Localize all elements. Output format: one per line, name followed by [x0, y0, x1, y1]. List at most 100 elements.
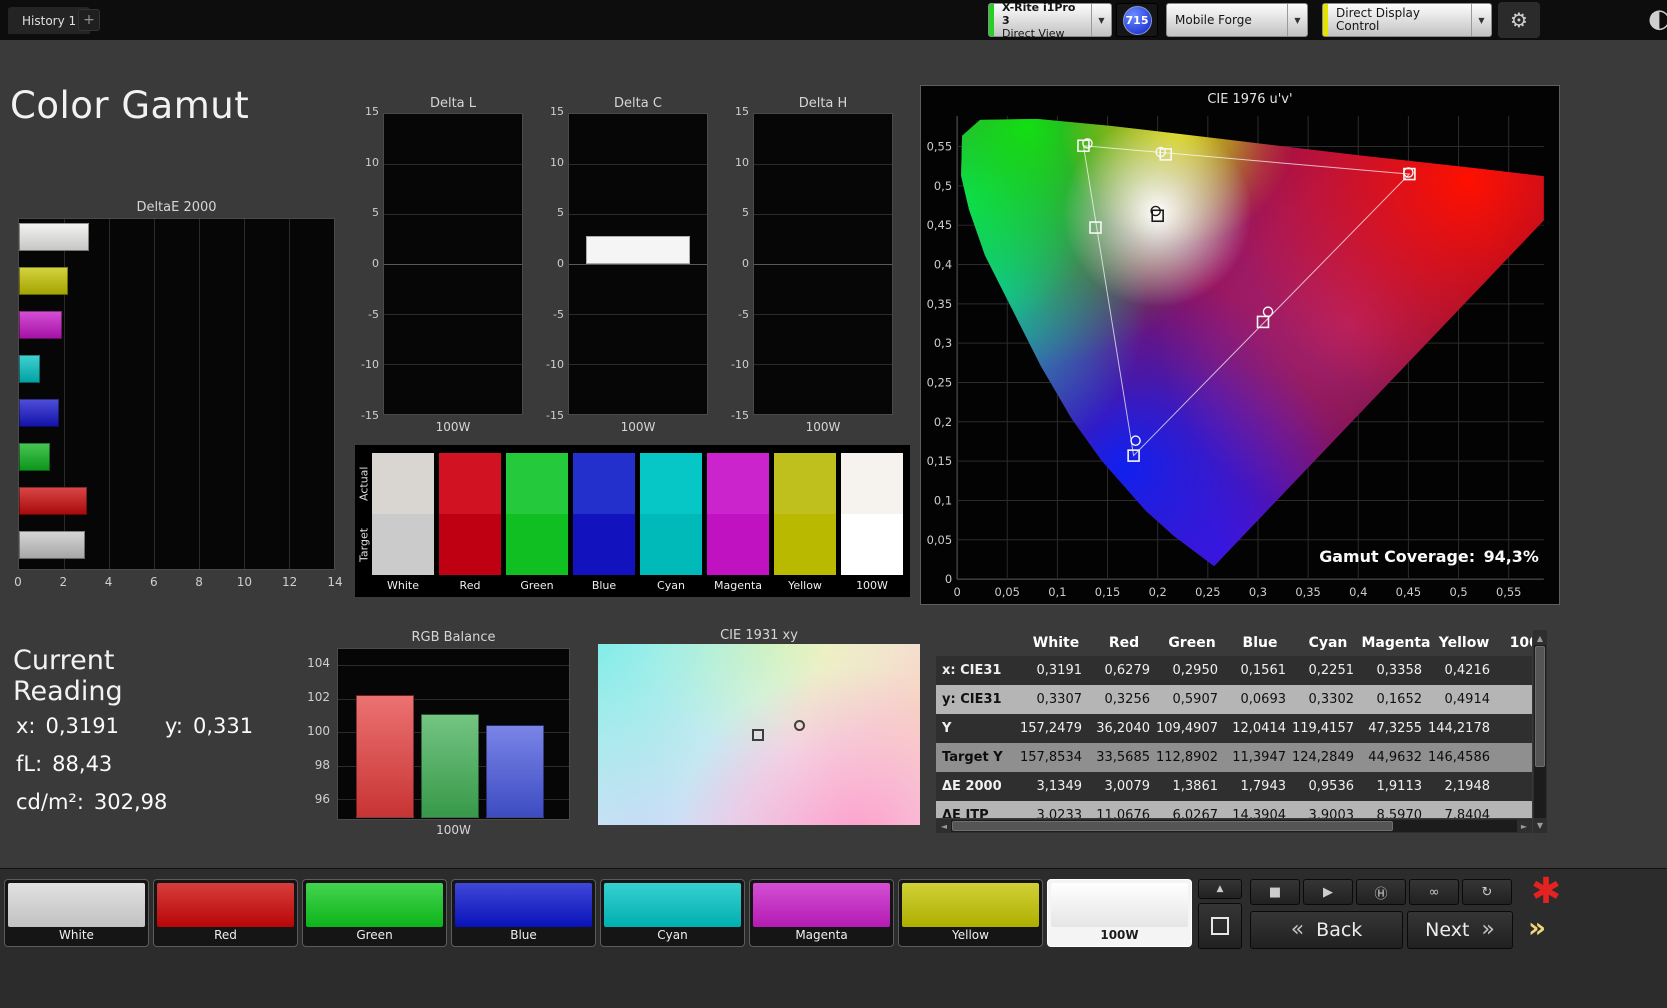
next-button[interactable]: Next »: [1407, 911, 1513, 949]
back-button[interactable]: « Back: [1250, 911, 1403, 949]
source-dropdown[interactable]: Mobile Forge ▼: [1166, 3, 1308, 37]
session-indicator-icon[interactable]: ✱: [1524, 871, 1568, 911]
settings-button[interactable]: ⚙: [1498, 2, 1540, 38]
swatch-label: White: [372, 575, 434, 595]
svg-text:0,4: 0,4: [934, 257, 952, 271]
swatch-column-cyan: Cyan: [640, 453, 702, 595]
pattern-window-button[interactable]: [1198, 903, 1242, 949]
pattern-swatch: [1051, 883, 1188, 927]
svg-text:0,05: 0,05: [995, 585, 1020, 599]
chart-title: Delta H: [753, 96, 893, 111]
target-row-label: Target: [357, 514, 371, 575]
add-tab-button[interactable]: +: [78, 9, 100, 31]
rgb-bar-red: [356, 695, 414, 818]
pattern-swatch: [157, 883, 294, 927]
cd-reading: cd/m²: 302,98: [16, 790, 167, 814]
actual-swatch: [573, 453, 635, 514]
svg-text:0,15: 0,15: [1095, 585, 1120, 599]
y-axis-labels: 151050-5-10-15: [355, 106, 379, 422]
pattern-button-100w[interactable]: 100W: [1047, 879, 1192, 947]
half-circle-icon[interactable]: ◐: [1648, 4, 1667, 34]
fast-forward-icon[interactable]: »: [1528, 911, 1546, 944]
deltae-bar-white: [19, 223, 89, 251]
pattern-button-cyan[interactable]: Cyan: [600, 879, 745, 947]
bottom-bar: WhiteRedGreenBlueCyan Magenta Yellow100W ▲…: [0, 868, 1667, 1008]
pattern-button-green[interactable]: Green: [302, 879, 447, 947]
pattern-button-blue[interactable]: Blue: [451, 879, 596, 947]
play-button[interactable]: ▶: [1303, 879, 1353, 905]
fl-reading: fL: 88,43: [16, 752, 112, 776]
delta-l-chart: Delta L 151050-5-10-15 100W: [355, 96, 525, 441]
target-swatch: [640, 514, 702, 575]
hscroll-track[interactable]: [951, 820, 1517, 832]
pattern-swatch: [8, 883, 145, 927]
scroll-left-button[interactable]: ◄: [937, 820, 951, 832]
svg-text:0,35: 0,35: [1295, 585, 1320, 599]
delta-h-chart: Delta H 151050-5-10-15 100W: [725, 96, 895, 441]
table-vscrollbar[interactable]: ▲ ▼: [1533, 630, 1547, 833]
target-swatch: [573, 514, 635, 575]
page-title: Color Gamut: [10, 84, 249, 127]
pattern-h-button[interactable]: Ⓗ: [1356, 879, 1406, 905]
pattern-button-red[interactable]: Red: [153, 879, 298, 947]
pattern-button-magenta[interactable]: Magenta: [749, 879, 894, 947]
continuous-button[interactable]: ∞: [1409, 879, 1459, 905]
svg-text:0,5: 0,5: [934, 179, 952, 193]
pattern-button-yellow[interactable]: Yellow: [898, 879, 1043, 947]
svg-text:0,2: 0,2: [1149, 585, 1167, 599]
deltae-bar-green: [19, 443, 50, 471]
swatch-column-white: White: [372, 453, 434, 595]
scroll-right-button[interactable]: ►: [1517, 820, 1531, 832]
swatch-column-100w: 100W: [841, 453, 903, 595]
transport-buttons: ■▶Ⓗ∞↻: [1250, 879, 1512, 905]
pattern-label: Magenta: [753, 927, 890, 943]
x-label: x:: [16, 714, 36, 738]
delta-bar: [586, 236, 691, 264]
actual-swatch: [640, 453, 702, 514]
x-axis-label: 100W: [383, 420, 523, 434]
target-swatch: [506, 514, 568, 575]
chart-title: Delta C: [568, 96, 708, 111]
chevron-down-icon[interactable]: ▼: [1287, 4, 1307, 36]
cie1976-title: CIE 1976 u'v': [1207, 92, 1292, 107]
svg-text:0,25: 0,25: [927, 375, 952, 389]
cd-label: cd/m²:: [16, 790, 84, 814]
svg-text:0,45: 0,45: [1396, 585, 1421, 599]
target-swatch: [841, 514, 903, 575]
display-control-dropdown[interactable]: Direct Display Control ▼: [1322, 3, 1492, 37]
scroll-up-button[interactable]: ▲: [1534, 631, 1546, 645]
chart-plot: [753, 113, 893, 415]
rgb-x-label: 100W: [337, 823, 570, 837]
deltae-bar-blue: [19, 399, 59, 427]
chevron-down-icon[interactable]: ▼: [1471, 4, 1491, 36]
rgb-bar-blue: [486, 725, 544, 818]
svg-text:0,5: 0,5: [1449, 585, 1467, 599]
table-row: ΔE 20003,13493,00791,38611,79430,95361,9…: [936, 772, 1532, 801]
vscroll-track[interactable]: [1534, 645, 1546, 818]
collapse-button[interactable]: ▲: [1198, 879, 1242, 899]
target-swatch: [707, 514, 769, 575]
gear-icon: ⚙: [1510, 8, 1528, 32]
stop-button[interactable]: ■: [1250, 879, 1300, 905]
chevron-down-icon[interactable]: ▼: [1091, 4, 1111, 36]
refresh-button[interactable]: ↻: [1462, 879, 1512, 905]
hscroll-thumb[interactable]: [952, 821, 1393, 831]
scroll-down-button[interactable]: ▼: [1534, 818, 1546, 832]
meter-badge-button[interactable]: 715: [1116, 3, 1158, 37]
vscroll-thumb[interactable]: [1535, 646, 1545, 767]
gamut-coverage-label: Gamut Coverage:: [1319, 547, 1475, 566]
fl-value: 88,43: [52, 752, 112, 776]
cie1931-measured-marker: [752, 729, 764, 741]
meter-dropdown[interactable]: X-Rite i1Pro 3 Direct View ▼: [988, 3, 1112, 37]
table-hscrollbar[interactable]: ◄ ►: [936, 819, 1532, 833]
cie1931-target-marker: [794, 720, 805, 731]
display-control-name: Direct Display Control: [1328, 7, 1471, 33]
pattern-swatch: [306, 883, 443, 927]
spectral-locus-fill: [921, 86, 1559, 604]
deltae-bar-red: [19, 487, 87, 515]
gamut-coverage-value: 94,3%: [1484, 547, 1539, 566]
table-header-row: WhiteRedGreenBlueCyanMagentaYellow100W: [936, 630, 1532, 656]
chart-plot: [568, 113, 708, 415]
target-swatch: [774, 514, 836, 575]
pattern-button-white[interactable]: White: [4, 879, 149, 947]
